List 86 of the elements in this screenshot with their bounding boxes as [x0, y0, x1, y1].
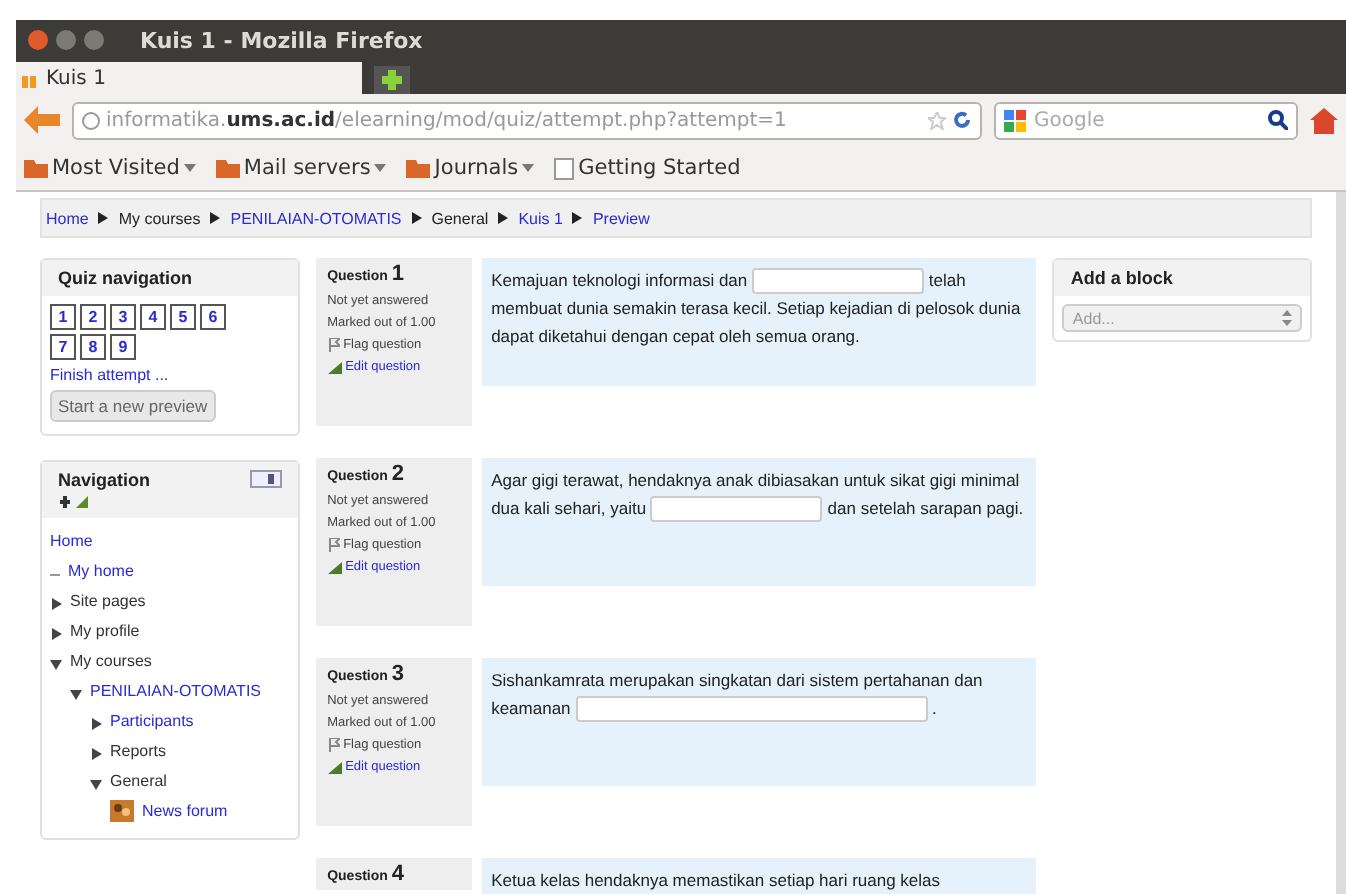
separator-arrow-icon	[98, 212, 109, 224]
edit-icon	[327, 761, 342, 773]
flag-icon	[327, 738, 340, 752]
separator-arrow-icon	[210, 212, 221, 224]
minimize-icon[interactable]	[56, 30, 76, 50]
forum-icon	[110, 800, 134, 822]
globe-icon	[82, 111, 100, 129]
question-text: Kemajuan teknologi informasi dan telah membuat dunia semakin terasa kecil. Setiap kejadian di pelosok dunia dapat diketahui dengan cepat oleh semua orang.	[491, 270, 1021, 347]
navigation-item[interactable]: My profile	[70, 620, 140, 642]
collapsed-arrow-icon	[50, 628, 62, 640]
browser-tab[interactable]: Kuis 1	[16, 62, 362, 94]
window-title: Kuis 1 - Mozilla Firefox	[140, 27, 423, 53]
collapsed-arrow-icon	[90, 748, 102, 760]
question-number-button[interactable]: 8	[80, 334, 106, 360]
breadcrumb-link[interactable]: PENILAIAN-OTOMATIS	[230, 209, 402, 227]
question-number-button[interactable]: 3	[110, 304, 136, 330]
collapsed-arrow-icon	[50, 598, 62, 610]
star-icon[interactable]	[928, 111, 946, 129]
question-number-button[interactable]: 7	[50, 334, 76, 360]
finish-attempt-link[interactable]: Finish attempt ...	[50, 366, 290, 384]
question-text: Agar gigi terawat, hendaknya anak dibiasakan untuk sikat gigi minimal dua kali sehari, yaitu dan setelah sarapan pagi.	[491, 470, 1024, 518]
bookmark[interactable]: Most Visited	[24, 156, 196, 180]
folder-icon	[215, 158, 240, 178]
navigation-item[interactable]: General	[110, 770, 167, 792]
breadcrumb-link[interactable]: Preview	[592, 209, 650, 227]
collapsed-arrow-icon	[90, 718, 102, 730]
search-engine-icon	[1004, 109, 1026, 131]
navigation-item[interactable]: My courses	[70, 650, 152, 672]
answer-field[interactable]	[752, 268, 924, 295]
flag-icon	[327, 338, 340, 352]
plus-icon	[382, 70, 402, 90]
question-number-button[interactable]: 4	[140, 304, 166, 330]
reload-icon[interactable]	[952, 110, 972, 130]
breadcrumb-link[interactable]: My courses	[118, 209, 201, 227]
block-title: Quiz navigation	[58, 268, 193, 288]
bookmark[interactable]: Mail servers	[215, 156, 387, 180]
new-tab-button[interactable]	[374, 66, 410, 94]
folder-icon	[24, 158, 48, 178]
dock-icon[interactable]	[249, 470, 282, 488]
maximize-icon[interactable]	[84, 30, 104, 50]
bookmark[interactable]: Getting Started	[554, 156, 741, 180]
folder-icon	[406, 158, 431, 178]
url-text: informatika.ums.ac.id/elearning/mod/quiz/attempt.php?attempt=1	[106, 109, 789, 131]
navigation-item[interactable]: PENILAIAN-OTOMATIS	[90, 680, 261, 702]
question-number-button[interactable]: 9	[110, 334, 136, 360]
expanded-arrow-icon	[90, 778, 102, 790]
answer-field[interactable]	[650, 496, 823, 523]
dropdown-arrow-icon	[183, 164, 196, 172]
question-text: Ketua kelas hendaknya memastikan setiap hari ruang kelas	[491, 870, 941, 890]
bookmark[interactable]: Journals	[406, 156, 535, 180]
navigation-item[interactable]: Reports	[110, 740, 167, 762]
navigation-item[interactable]: Home	[50, 530, 93, 552]
separator-arrow-icon	[411, 212, 422, 224]
question-number-button[interactable]: 6	[200, 304, 226, 330]
expanded-arrow-icon	[70, 688, 82, 700]
close-icon[interactable]	[28, 30, 48, 50]
block-title: Add a block	[1070, 268, 1173, 288]
navigation-item[interactable]: News forum	[142, 800, 228, 822]
block-title: Navigation	[58, 470, 151, 490]
back-arrow-icon[interactable]	[24, 106, 60, 134]
edit-icon	[327, 561, 342, 573]
expanded-arrow-icon	[50, 658, 62, 670]
start-preview-button[interactable]: Start a new preview	[50, 390, 216, 422]
question-text: Sishankamrata merupakan singkatan dari sistem pertahanan dan keamanan .	[491, 670, 983, 718]
move-icon[interactable]	[58, 494, 90, 510]
question-number-button[interactable]: 1	[50, 304, 76, 330]
home-icon[interactable]	[1310, 107, 1338, 133]
breadcrumb-link[interactable]: General	[431, 209, 489, 227]
navigation-item[interactable]: My home	[68, 560, 134, 582]
spinner-arrows-icon	[1282, 310, 1292, 326]
separator-arrow-icon	[498, 212, 509, 224]
address-bar[interactable]: informatika.ums.ac.id/elearning/mod/quiz/attempt.php?attempt=1	[72, 101, 982, 139]
question-number-button[interactable]: 5	[170, 304, 196, 330]
navigation-item[interactable]: Participants	[110, 710, 194, 732]
breadcrumb-link[interactable]: Home	[46, 209, 89, 227]
edit-icon	[327, 361, 342, 373]
search-icon[interactable]	[1268, 110, 1288, 130]
answer-field[interactable]	[575, 696, 928, 723]
breadcrumb-link[interactable]: Kuis 1	[518, 209, 563, 227]
dropdown-arrow-icon	[522, 164, 535, 172]
page-icon	[554, 157, 575, 179]
navigation-item[interactable]: Site pages	[70, 590, 146, 612]
dropdown-arrow-icon	[374, 164, 387, 172]
separator-arrow-icon	[572, 212, 583, 224]
flag-icon	[327, 538, 340, 552]
question-number-button[interactable]: 2	[80, 304, 106, 330]
